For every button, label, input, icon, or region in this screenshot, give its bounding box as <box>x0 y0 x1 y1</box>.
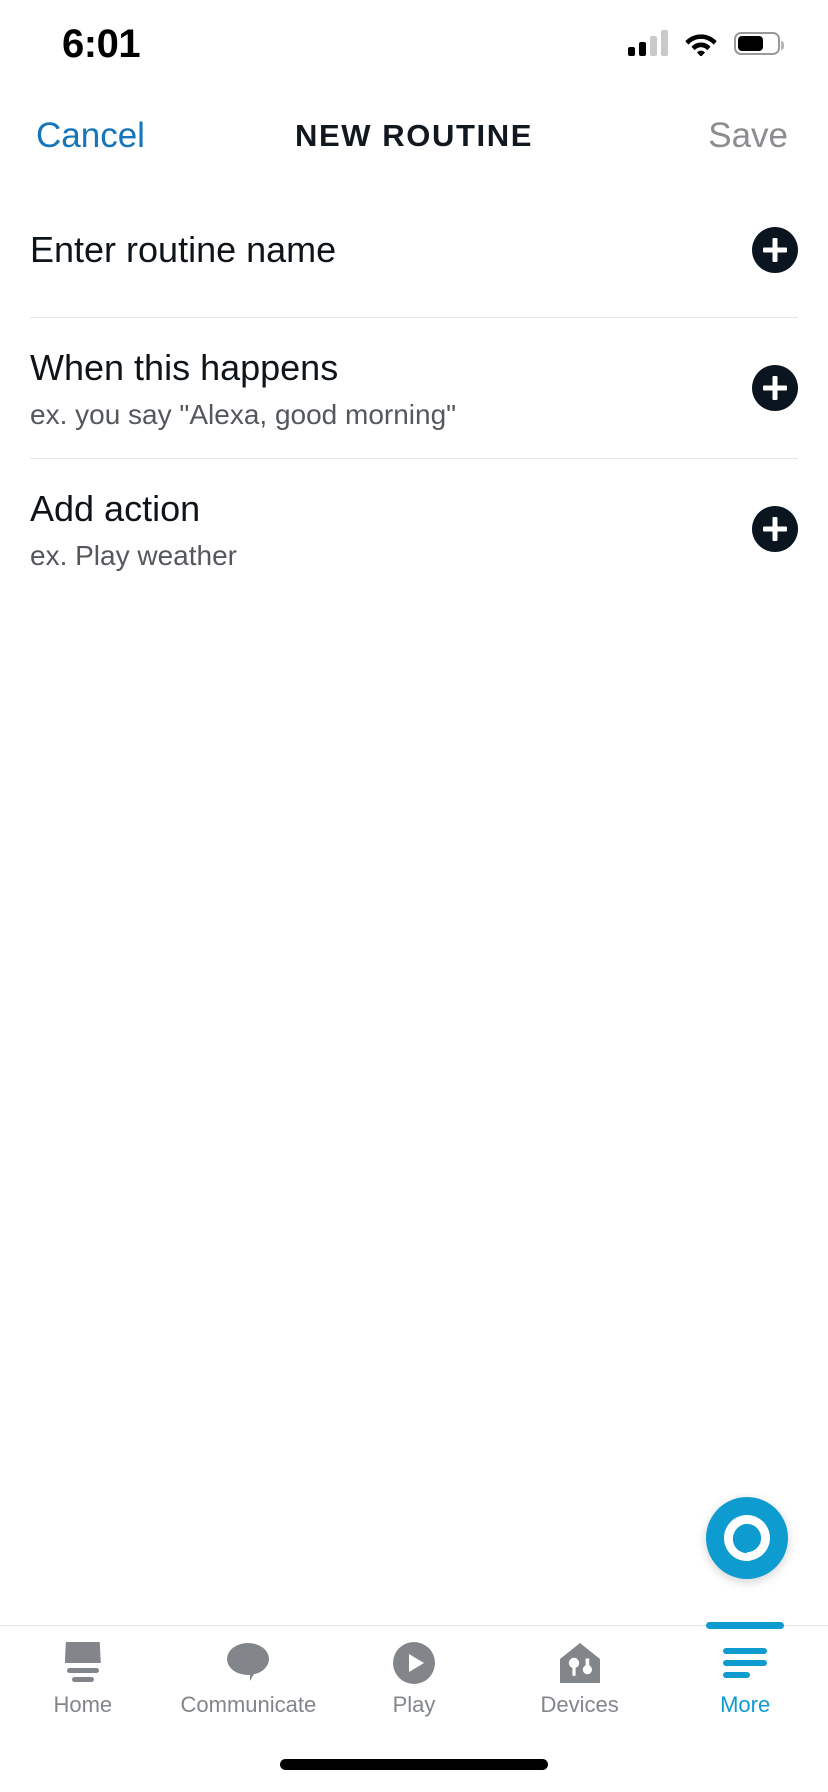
app-screen: 6:01 Cancel NEW ROUTINE Save Enter routi… <box>0 0 828 1792</box>
save-button[interactable]: Save <box>708 116 788 156</box>
play-circle-icon <box>392 1640 435 1686</box>
echo-device-icon <box>61 1640 105 1686</box>
add-action-row[interactable]: Add action ex. Play weather <box>0 459 828 599</box>
tab-more-label: More <box>720 1692 771 1717</box>
add-action-texts: Add action ex. Play weather <box>30 486 237 572</box>
tab-home-label: Home <box>53 1692 113 1717</box>
smart-home-icon <box>558 1640 602 1686</box>
add-action-hint: ex. Play weather <box>30 540 237 571</box>
tab-communicate-label: Communicate <box>180 1692 317 1717</box>
plus-icon-when-this-happens[interactable] <box>752 365 798 411</box>
hamburger-menu-icon <box>723 1640 768 1686</box>
tab-home[interactable]: Home <box>0 1626 166 1737</box>
tab-devices[interactable]: Devices <box>497 1626 663 1737</box>
routine-form: Enter routine name When this happens ex.… <box>0 182 828 599</box>
battery-icon <box>734 31 784 55</box>
home-indicator[interactable] <box>280 1759 548 1770</box>
alexa-voice-button[interactable] <box>706 1497 788 1579</box>
plus-icon-routine-name[interactable] <box>752 226 798 273</box>
bottom-tab-bar: Home Communicate Play Devices More <box>0 1622 828 1737</box>
navigation-bar: Cancel NEW ROUTINE Save <box>0 92 828 182</box>
tab-play[interactable]: Play <box>331 1626 497 1737</box>
when-this-happens-row[interactable]: When this happens ex. you say "Alexa, go… <box>0 318 828 458</box>
when-this-happens-texts: When this happens ex. you say "Alexa, go… <box>30 345 456 431</box>
status-bar-icons <box>628 26 784 60</box>
page-title: NEW ROUTINE <box>294 118 534 153</box>
tab-communicate[interactable]: Communicate <box>166 1626 332 1737</box>
status-bar: 6:01 <box>0 0 828 92</box>
alexa-logo-icon <box>724 1515 770 1561</box>
routine-name-row[interactable]: Enter routine name <box>0 182 828 317</box>
cellular-signal-icon <box>628 30 668 56</box>
wifi-icon <box>684 30 718 57</box>
active-tab-indicator <box>706 1622 785 1629</box>
tab-more[interactable]: More <box>662 1622 828 1737</box>
when-this-happens-hint: ex. you say "Alexa, good morning" <box>30 399 457 430</box>
when-this-happens-label: When this happens <box>30 347 339 388</box>
status-bar-time: 6:01 <box>62 22 141 66</box>
routine-name-texts: Enter routine name <box>30 227 336 272</box>
tab-play-label: Play <box>392 1692 436 1717</box>
add-action-label: Add action <box>30 488 201 529</box>
plus-icon-add-action[interactable] <box>752 506 798 552</box>
tab-devices-label: Devices <box>540 1692 619 1717</box>
speech-bubble-icon <box>227 1640 270 1686</box>
routine-name-label: Enter routine name <box>30 229 337 270</box>
